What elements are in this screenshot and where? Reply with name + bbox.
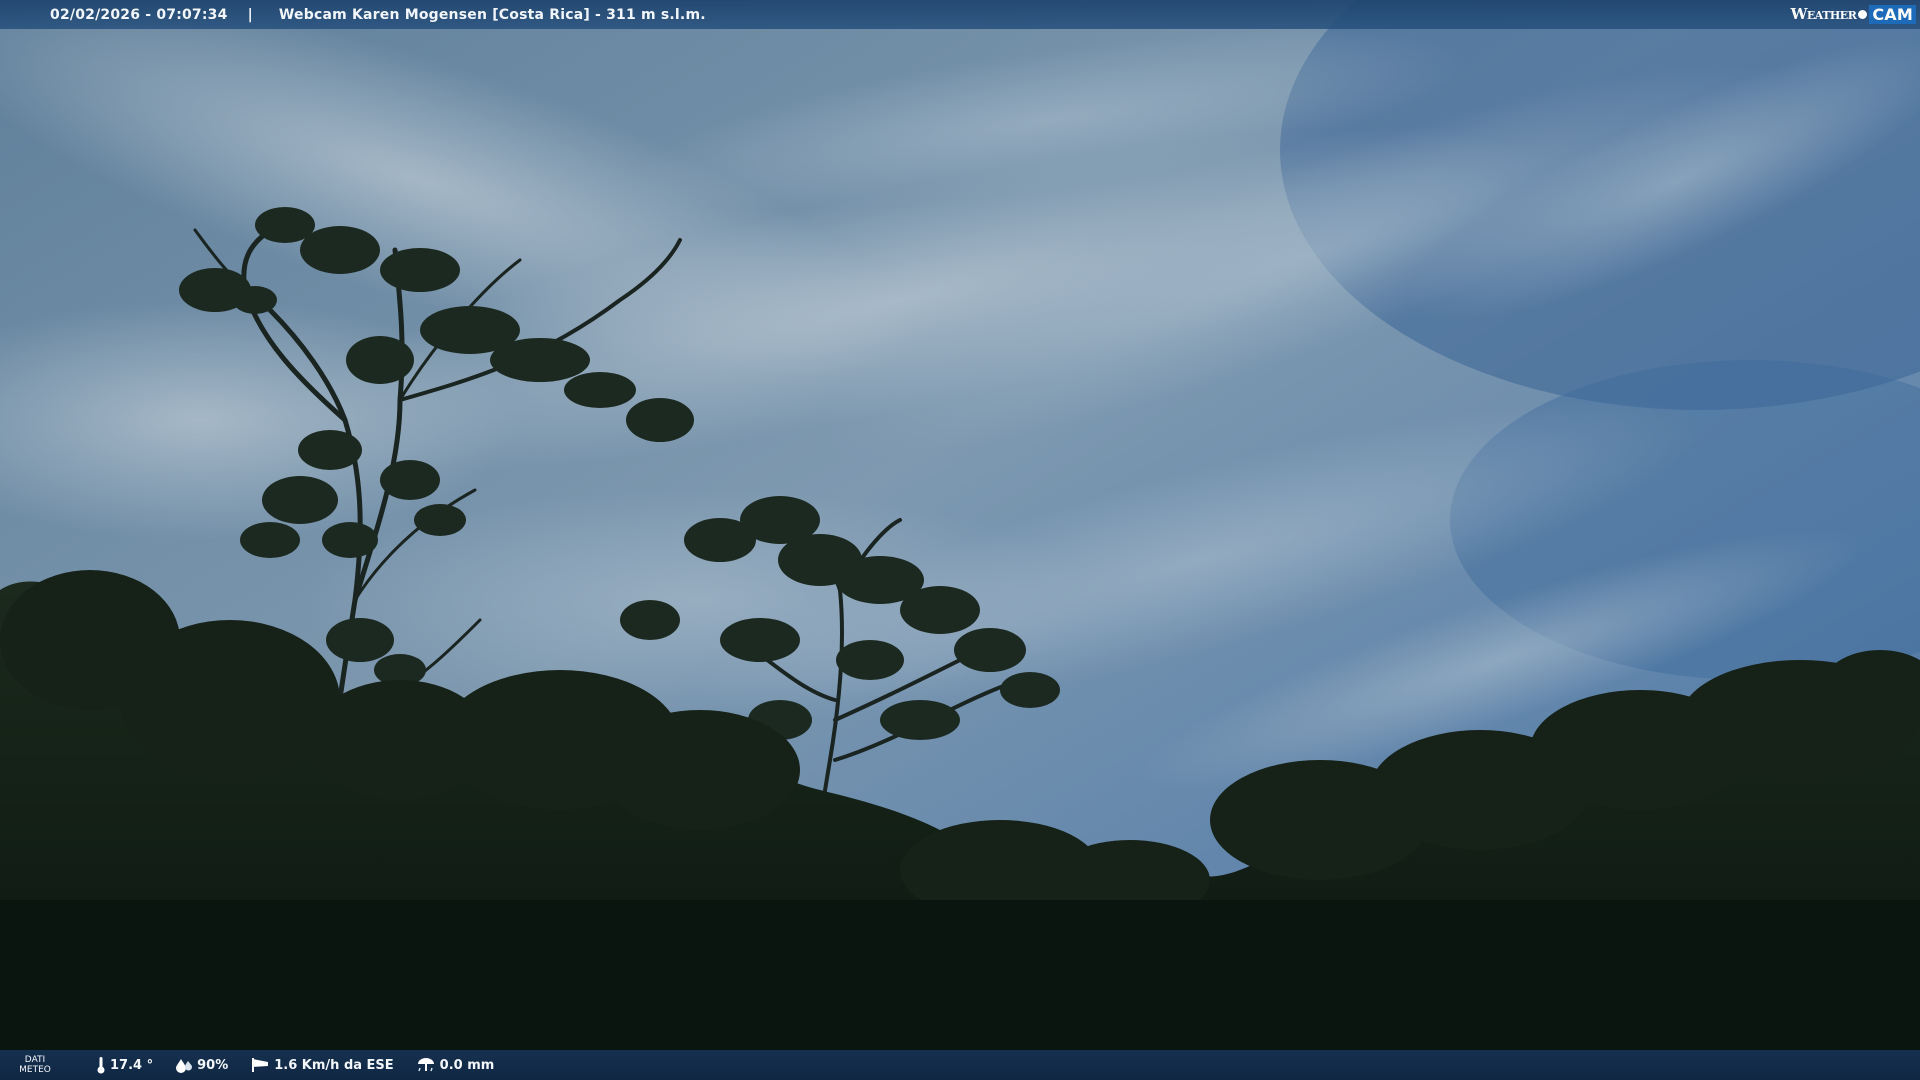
logo-dot-icon xyxy=(1858,9,1868,19)
rain-value: 0.0 mm xyxy=(439,1057,495,1073)
humidity-value: 90% xyxy=(197,1057,229,1073)
weathercam-logo: Weather CAM xyxy=(1791,3,1916,25)
weather-data-bar: DATI METEO 17.4 ° 90% 1.6 Km/h da ESE 0.… xyxy=(0,1050,1920,1080)
logo-weather-text: Weather xyxy=(1790,5,1857,23)
windsock-icon xyxy=(252,1058,269,1072)
temperature-value: 17.4 ° xyxy=(110,1057,154,1073)
separator: | xyxy=(247,6,253,23)
humidity-reading: 90% xyxy=(175,1057,228,1073)
webcam-view: 02/02/2026 - 07:07:34 | Webcam Karen Mog… xyxy=(0,0,1920,1080)
thermometer-icon xyxy=(97,1057,105,1074)
top-info-bar: 02/02/2026 - 07:07:34 | Webcam Karen Mog… xyxy=(0,0,1920,29)
webcam-image xyxy=(0,0,1920,1080)
wind-value: 1.6 Km/h da ESE xyxy=(274,1057,394,1073)
wind-reading: 1.6 Km/h da ESE xyxy=(250,1057,394,1073)
temperature-reading: 17.4 ° xyxy=(96,1056,153,1074)
webcam-title: Webcam Karen Mogensen [Costa Rica] - 311… xyxy=(278,6,706,23)
logo-cam-text: CAM xyxy=(1869,4,1916,24)
dati-meteo-label: DATI METEO xyxy=(19,1055,51,1075)
humidity-drop-icon xyxy=(176,1059,193,1073)
rain-gauge-icon xyxy=(417,1058,434,1072)
timestamp: 02/02/2026 - 07:07:34 xyxy=(50,6,228,23)
rain-reading: 0.0 mm xyxy=(416,1057,495,1073)
